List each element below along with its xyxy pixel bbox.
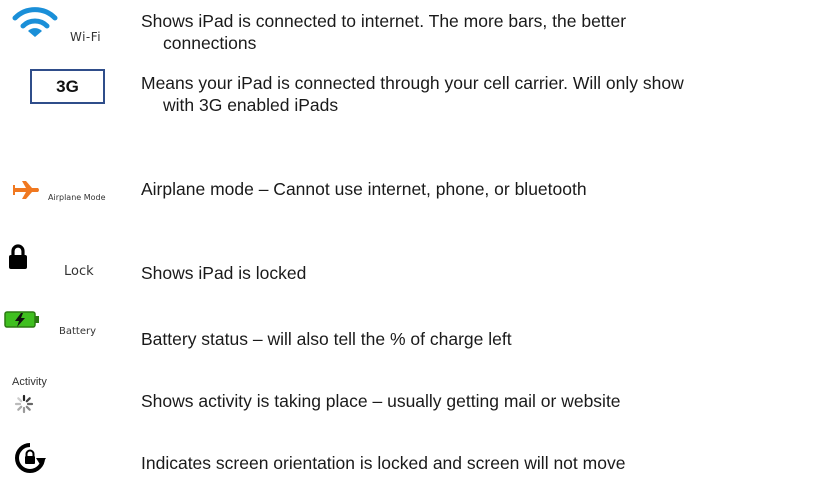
orientation-lock-description-line1: Indicates screen orientation is locked a…: [141, 453, 626, 473]
lock-icon: [9, 244, 27, 269]
airplane-description: Airplane mode – Cannot use internet, pho…: [141, 178, 831, 200]
battery-description-line1: Battery status – will also tell the % of…: [141, 329, 512, 349]
activity-spinner-icon: [14, 394, 34, 414]
wifi-description: Shows iPad is connected to internet. The…: [141, 10, 831, 54]
lock-description: Shows iPad is locked: [141, 262, 831, 284]
airplane-icon: [13, 181, 39, 199]
airplane-description-line1: Airplane mode – Cannot use internet, pho…: [141, 179, 587, 199]
airplane-icon-label: Airplane Mode: [48, 193, 106, 202]
battery-description: Battery status – will also tell the % of…: [141, 328, 831, 350]
orientation-lock-icon: [15, 443, 46, 473]
wifi-icon-label: Wi-Fi: [70, 30, 102, 44]
wifi-icon: [12, 7, 58, 37]
activity-description: Shows activity is taking place – usually…: [141, 390, 831, 412]
activity-description-line1: Shows activity is taking place – usually…: [141, 391, 621, 411]
battery-icon: [4, 311, 39, 328]
3g-description: Means your iPad is connected through you…: [141, 72, 831, 116]
wifi-description-line1: Shows iPad is connected to internet. The…: [141, 11, 627, 31]
activity-icon-label: Activity: [12, 376, 47, 388]
lock-description-line1: Shows iPad is locked: [141, 263, 307, 283]
orientation-lock-description: Indicates screen orientation is locked a…: [141, 452, 831, 474]
wifi-description-line2: connections: [163, 33, 257, 53]
lock-icon-label: Lock: [64, 264, 94, 279]
3g-badge: 3G: [30, 69, 105, 104]
3g-description-line1: Means your iPad is connected through you…: [141, 73, 684, 93]
battery-icon-label: Battery: [59, 326, 97, 337]
3g-description-line2: with 3G enabled iPads: [163, 95, 339, 115]
